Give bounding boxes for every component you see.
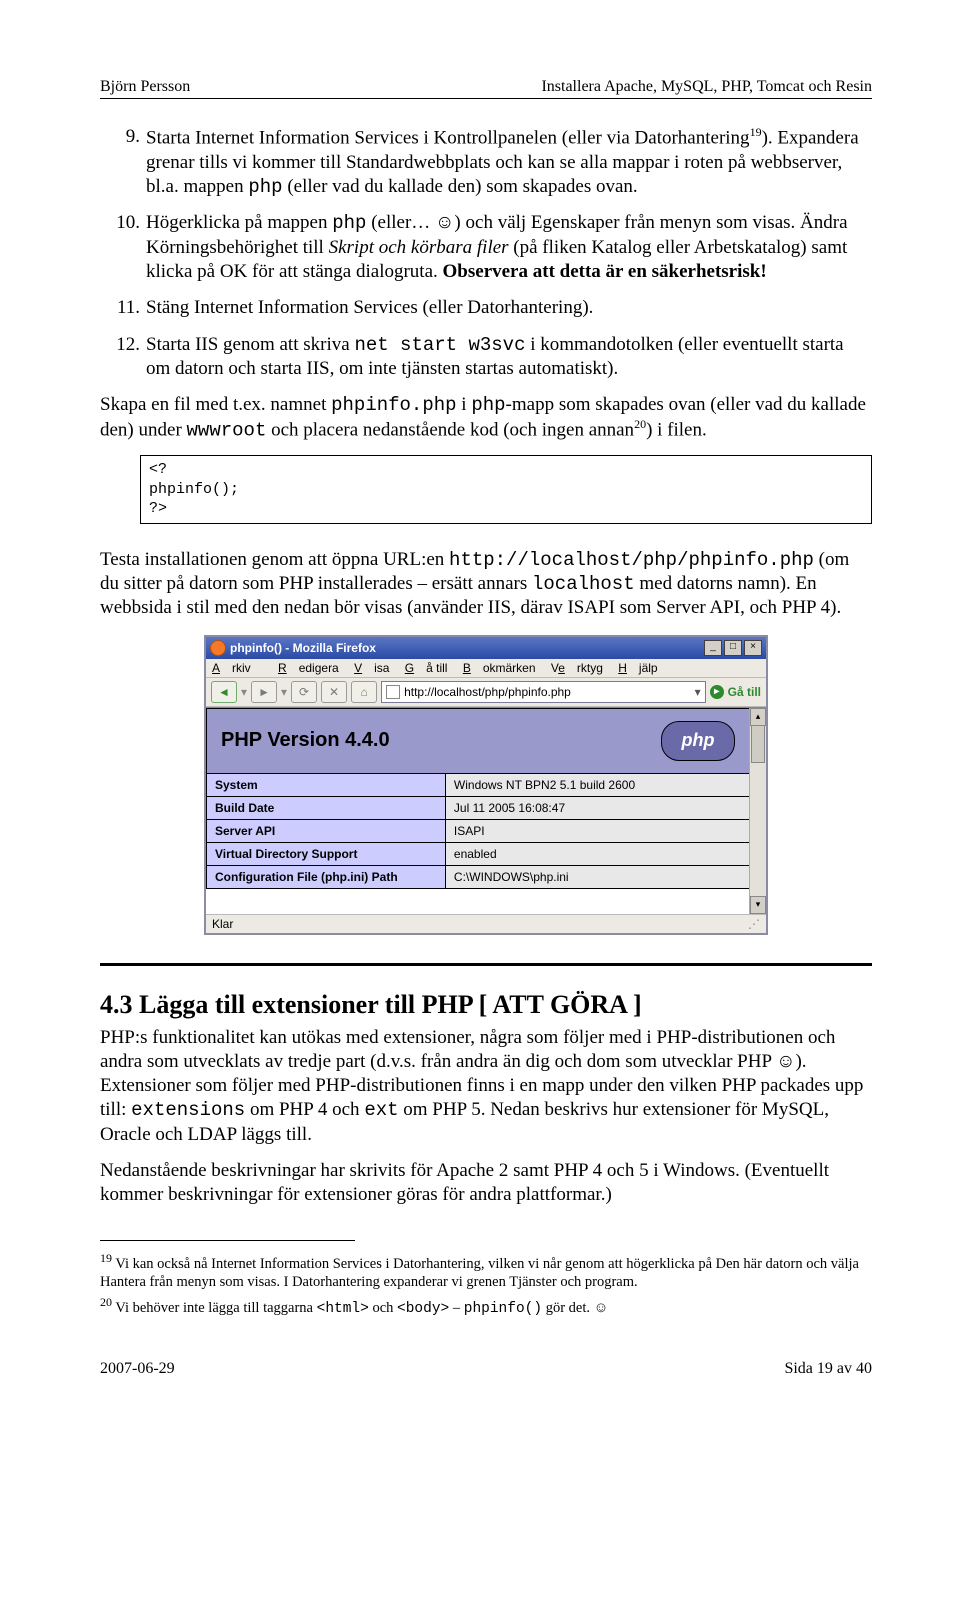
- code-block: <? phpinfo(); ?>: [140, 455, 872, 524]
- footnote-19: 19 Vi kan också nå Internet Information …: [100, 1251, 872, 1291]
- status-bar: Klar ⋰: [206, 914, 766, 933]
- menu-visa[interactable]: Visa: [354, 661, 389, 675]
- window-buttons: _ □ ×: [704, 640, 762, 656]
- item-text: Starta IIS genom att skriva net start w3…: [146, 333, 872, 382]
- scrollbar[interactable]: ▴ ▾: [749, 708, 766, 914]
- stop-button[interactable]: ✕: [321, 681, 347, 703]
- page-header: Björn Persson Installera Apache, MySQL, …: [100, 78, 872, 99]
- paragraph-2: Testa installationen genom att öppna URL…: [100, 548, 872, 621]
- phpinfo-header: PHP Version 4.4.0 php: [206, 708, 750, 773]
- dropdown-icon[interactable]: ▾: [281, 685, 287, 699]
- item-number: 11.: [100, 296, 146, 320]
- list-item-10: 10. Högerklicka på mappen php (eller… ☺)…: [100, 211, 872, 284]
- item-text: Stäng Internet Information Services (ell…: [146, 296, 872, 320]
- footnote-rule: [100, 1240, 355, 1247]
- minimize-button[interactable]: _: [704, 640, 722, 656]
- list-item-9: 9. Starta Internet Information Services …: [100, 125, 872, 199]
- menu-verktyg[interactable]: Verktyg: [551, 661, 603, 675]
- menu-gatill[interactable]: Gå till: [405, 661, 448, 675]
- section-divider: [100, 963, 872, 966]
- resize-grip-icon[interactable]: ⋰: [748, 917, 760, 931]
- title-bar: phpinfo() - Mozilla Firefox _ □ ×: [206, 637, 766, 659]
- phpinfo-table: SystemWindows NT BPN2 5.1 build 2600 Bui…: [206, 773, 750, 889]
- go-icon: ▸: [710, 685, 724, 699]
- page-content: ▴ ▾ PHP Version 4.4.0 php SystemWindows …: [206, 707, 766, 914]
- menu-arkiv[interactable]: Arkiv: [212, 661, 263, 675]
- table-row: Build DateJul 11 2005 16:08:47: [207, 796, 750, 819]
- paragraph-3: PHP:s funktionalitet kan utökas med exte…: [100, 1026, 872, 1148]
- item-text: Starta Internet Information Services i K…: [146, 125, 872, 199]
- footer-page: Sida 19 av 40: [784, 1360, 872, 1378]
- reload-button[interactable]: ⟳: [291, 681, 317, 703]
- item-number: 9.: [100, 125, 146, 199]
- menu-bokmarken[interactable]: Bokmärken: [463, 661, 536, 675]
- firefox-icon: [210, 640, 226, 656]
- menu-redigera[interactable]: Redigera: [278, 661, 339, 675]
- list-item-12: 12. Starta IIS genom att skriva net star…: [100, 333, 872, 382]
- dropdown-icon[interactable]: ▾: [241, 685, 247, 699]
- maximize-button[interactable]: □: [724, 640, 742, 656]
- footer-date: 2007-06-29: [100, 1360, 175, 1378]
- scroll-up-button[interactable]: ▴: [750, 708, 766, 726]
- url-text: http://localhost/php/phpinfo.php: [404, 685, 571, 699]
- item-number: 12.: [100, 333, 146, 382]
- dropdown-icon[interactable]: ▾: [695, 685, 701, 699]
- footnote-20: 20 Vi behöver inte lägga till taggarna <…: [100, 1295, 872, 1318]
- item-number: 10.: [100, 211, 146, 284]
- table-row: Server APIISAPI: [207, 819, 750, 842]
- url-bar[interactable]: http://localhost/php/phpinfo.php ▾: [381, 681, 706, 703]
- table-row: Configuration File (php.ini) PathC:\WIND…: [207, 865, 750, 888]
- status-text: Klar: [212, 917, 233, 931]
- paragraph-4: Nedanstående beskrivningar har skrivits …: [100, 1159, 872, 1208]
- scroll-thumb[interactable]: [751, 725, 765, 763]
- browser-window: phpinfo() - Mozilla Firefox _ □ × Arkiv …: [204, 635, 768, 935]
- home-button[interactable]: ⌂: [351, 681, 377, 703]
- item-text: Högerklicka på mappen php (eller… ☺) och…: [146, 211, 872, 284]
- page-icon: [386, 685, 400, 699]
- table-row: SystemWindows NT BPN2 5.1 build 2600: [207, 773, 750, 796]
- scroll-down-button[interactable]: ▾: [750, 896, 766, 914]
- nav-toolbar: ◄ ▾ ► ▾ ⟳ ✕ ⌂ http://localhost/php/phpin…: [206, 678, 766, 707]
- header-right: Installera Apache, MySQL, PHP, Tomcat oc…: [541, 78, 872, 96]
- forward-button[interactable]: ►: [251, 681, 277, 703]
- heading-4-3: 4.3 Lägga till extensioner till PHP [ AT…: [100, 990, 872, 1020]
- menu-bar: Arkiv Redigera Visa Gå till Bokmärken Ve…: [206, 659, 766, 678]
- page-footer: 2007-06-29 Sida 19 av 40: [100, 1360, 872, 1378]
- list-item-11: 11. Stäng Internet Information Services …: [100, 296, 872, 320]
- back-button[interactable]: ◄: [211, 681, 237, 703]
- php-version: PHP Version 4.4.0: [221, 729, 390, 752]
- php-logo: php: [661, 721, 735, 761]
- go-button[interactable]: ▸ Gå till: [710, 685, 761, 699]
- close-button[interactable]: ×: [744, 640, 762, 656]
- menu-hjalp[interactable]: Hjälp: [618, 661, 657, 675]
- window-title: phpinfo() - Mozilla Firefox: [230, 641, 376, 655]
- header-left: Björn Persson: [100, 78, 190, 96]
- paragraph-1: Skapa en fil med t.ex. namnet phpinfo.ph…: [100, 393, 872, 443]
- table-row: Virtual Directory Supportenabled: [207, 842, 750, 865]
